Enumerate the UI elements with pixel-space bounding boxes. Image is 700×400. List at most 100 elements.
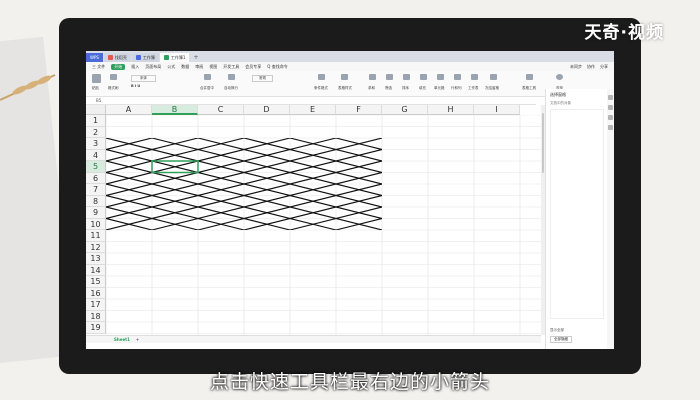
column-header-I[interactable]: I: [474, 105, 520, 115]
new-tab-button[interactable]: +: [190, 53, 201, 62]
row-header-2[interactable]: 2: [86, 126, 106, 138]
monitor-frame: WPS 找稻壳 工作簿 工作簿1 + 三 文件 开始 插入 页面布局 公式 数据…: [59, 18, 641, 374]
row-header-15[interactable]: 15: [86, 276, 106, 288]
column-header-G[interactable]: G: [382, 105, 428, 115]
row-header-17[interactable]: 17: [86, 299, 106, 311]
ribbon-toolbar: 粘贴 格式刷 宋体 B I U 合并居中 自动换行 常规 条件格式 表格样式 求…: [86, 71, 614, 97]
menu-member[interactable]: 会员专享: [245, 64, 261, 70]
menu-home[interactable]: 开始: [111, 63, 126, 70]
spreadsheet-grid[interactable]: ABCDEFGHI 1 2 3 4 5 6 7 8 9 10 11 12 13 14 15 16 17 18 19: [86, 105, 541, 342]
hide-all-button[interactable]: 全部隐藏: [550, 336, 572, 343]
cell-grid[interactable]: [106, 115, 541, 342]
wrap-icon[interactable]: [228, 74, 235, 80]
row-header-18[interactable]: 18: [86, 310, 106, 322]
menu-data[interactable]: 数据: [181, 64, 189, 70]
sync-status[interactable]: 未同步: [570, 64, 582, 70]
panel-subtitle: 文档中的对象: [550, 101, 571, 105]
sidebar-icon-4[interactable]: [608, 125, 613, 130]
format-painter-icon[interactable]: [110, 74, 117, 80]
column-header-H[interactable]: H: [428, 105, 474, 115]
paste-icon[interactable]: [92, 74, 101, 83]
sheet-tab[interactable]: Sheet1: [114, 337, 130, 342]
sidebar-icon-3[interactable]: [608, 115, 613, 120]
scrollbar-thumb[interactable]: [542, 113, 544, 173]
freeze-icon[interactable]: [490, 74, 497, 80]
menu-formulas[interactable]: 公式: [167, 64, 175, 70]
sort-icon[interactable]: [403, 74, 410, 80]
row-header-19[interactable]: 19: [86, 322, 106, 334]
column-header-C[interactable]: C: [198, 105, 244, 115]
menu-search[interactable]: Q 查找命令: [267, 64, 287, 70]
filter-label: 筛选: [385, 86, 392, 90]
cell-reference[interactable]: B5: [96, 98, 101, 103]
menu-insert[interactable]: 插入: [131, 64, 139, 70]
bold-button[interactable]: B I U: [131, 84, 140, 88]
search-icon[interactable]: [556, 74, 563, 80]
menu-developer[interactable]: 开发工具: [223, 64, 239, 70]
tab-workbook1[interactable]: 工作簿1: [159, 53, 190, 62]
collab-button[interactable]: 协作: [587, 64, 595, 70]
column-header-B[interactable]: B: [152, 105, 198, 115]
menu-file[interactable]: 三 文件: [92, 64, 105, 70]
worksheet-label: 工作表: [468, 86, 479, 90]
table-tools-icon[interactable]: [526, 74, 533, 80]
merge-label: 合并居中: [200, 86, 214, 90]
screen: WPS 找稻壳 工作簿 工作簿1 + 三 文件 开始 插入 页面布局 公式 数据…: [86, 51, 614, 349]
row-header-1[interactable]: 1: [86, 115, 106, 127]
sum-label: 求和: [368, 86, 375, 90]
row-header-10[interactable]: 10: [86, 218, 106, 230]
sidebar-icon-2[interactable]: [608, 105, 613, 110]
column-header-A[interactable]: A: [106, 105, 152, 115]
add-sheet-button[interactable]: +: [136, 337, 139, 342]
object-list[interactable]: [550, 109, 604, 319]
row-header-6[interactable]: 6: [86, 172, 106, 184]
row-header-3[interactable]: 3: [86, 138, 106, 150]
cell-icon[interactable]: [437, 74, 444, 80]
table-style-label: 表格样式: [338, 86, 352, 90]
right-sidebar: [607, 89, 614, 349]
row-header-5[interactable]: 5: [86, 161, 106, 173]
sheet-tab-bar: Sheet1 +: [86, 335, 541, 343]
row-header-12[interactable]: 12: [86, 241, 106, 253]
worksheet-icon[interactable]: [471, 74, 478, 80]
merge-icon[interactable]: [204, 74, 211, 80]
wrap-label: 自动换行: [224, 86, 238, 90]
column-header-F[interactable]: F: [336, 105, 382, 115]
fill-icon[interactable]: [420, 74, 427, 80]
row-header-9[interactable]: 9: [86, 207, 106, 219]
sidebar-icon-1[interactable]: [608, 95, 613, 100]
row-header-16[interactable]: 16: [86, 287, 106, 299]
formula-bar[interactable]: B5: [86, 97, 536, 105]
row-header-14[interactable]: 14: [86, 264, 106, 276]
tab-daoke[interactable]: 找稻壳: [103, 53, 131, 62]
menu-view[interactable]: 视图: [209, 64, 217, 70]
show-all-button[interactable]: 显示全部: [550, 328, 564, 333]
share-button[interactable]: 分享: [600, 64, 608, 70]
row-header-4[interactable]: 4: [86, 149, 106, 161]
filter-icon[interactable]: [386, 74, 393, 80]
row-header-7[interactable]: 7: [86, 184, 106, 196]
watermark-logo: 天奇·视频: [584, 23, 664, 43]
sum-icon[interactable]: [369, 74, 376, 80]
fill-label: 填充: [419, 86, 426, 90]
panel-title: 选择窗格: [550, 92, 566, 97]
column-header-D[interactable]: D: [244, 105, 290, 115]
row-header-8[interactable]: 8: [86, 195, 106, 207]
row-header-13[interactable]: 13: [86, 253, 106, 265]
font-select[interactable]: 宋体: [131, 75, 156, 82]
menu-page-layout[interactable]: 页面布局: [145, 64, 161, 70]
format-painter-label: 格式刷: [108, 86, 119, 90]
conditional-format-icon[interactable]: [318, 74, 325, 80]
wheat-decoration: [0, 74, 56, 101]
daoke-icon: [107, 55, 113, 60]
tab-workbook[interactable]: 工作簿: [131, 53, 159, 62]
select-all-corner[interactable]: [86, 105, 106, 115]
column-header-E[interactable]: E: [290, 105, 336, 115]
menu-review[interactable]: 审阅: [195, 64, 203, 70]
number-format-select[interactable]: 常规: [252, 75, 273, 82]
row-header-11[interactable]: 11: [86, 230, 106, 242]
table-style-icon[interactable]: [341, 74, 348, 80]
row-col-icon[interactable]: [454, 74, 461, 80]
tab-wps[interactable]: WPS: [86, 53, 103, 62]
menu-bar: 三 文件 开始 插入 页面布局 公式 数据 审阅 视图 开发工具 会员专享 Q …: [86, 62, 614, 71]
